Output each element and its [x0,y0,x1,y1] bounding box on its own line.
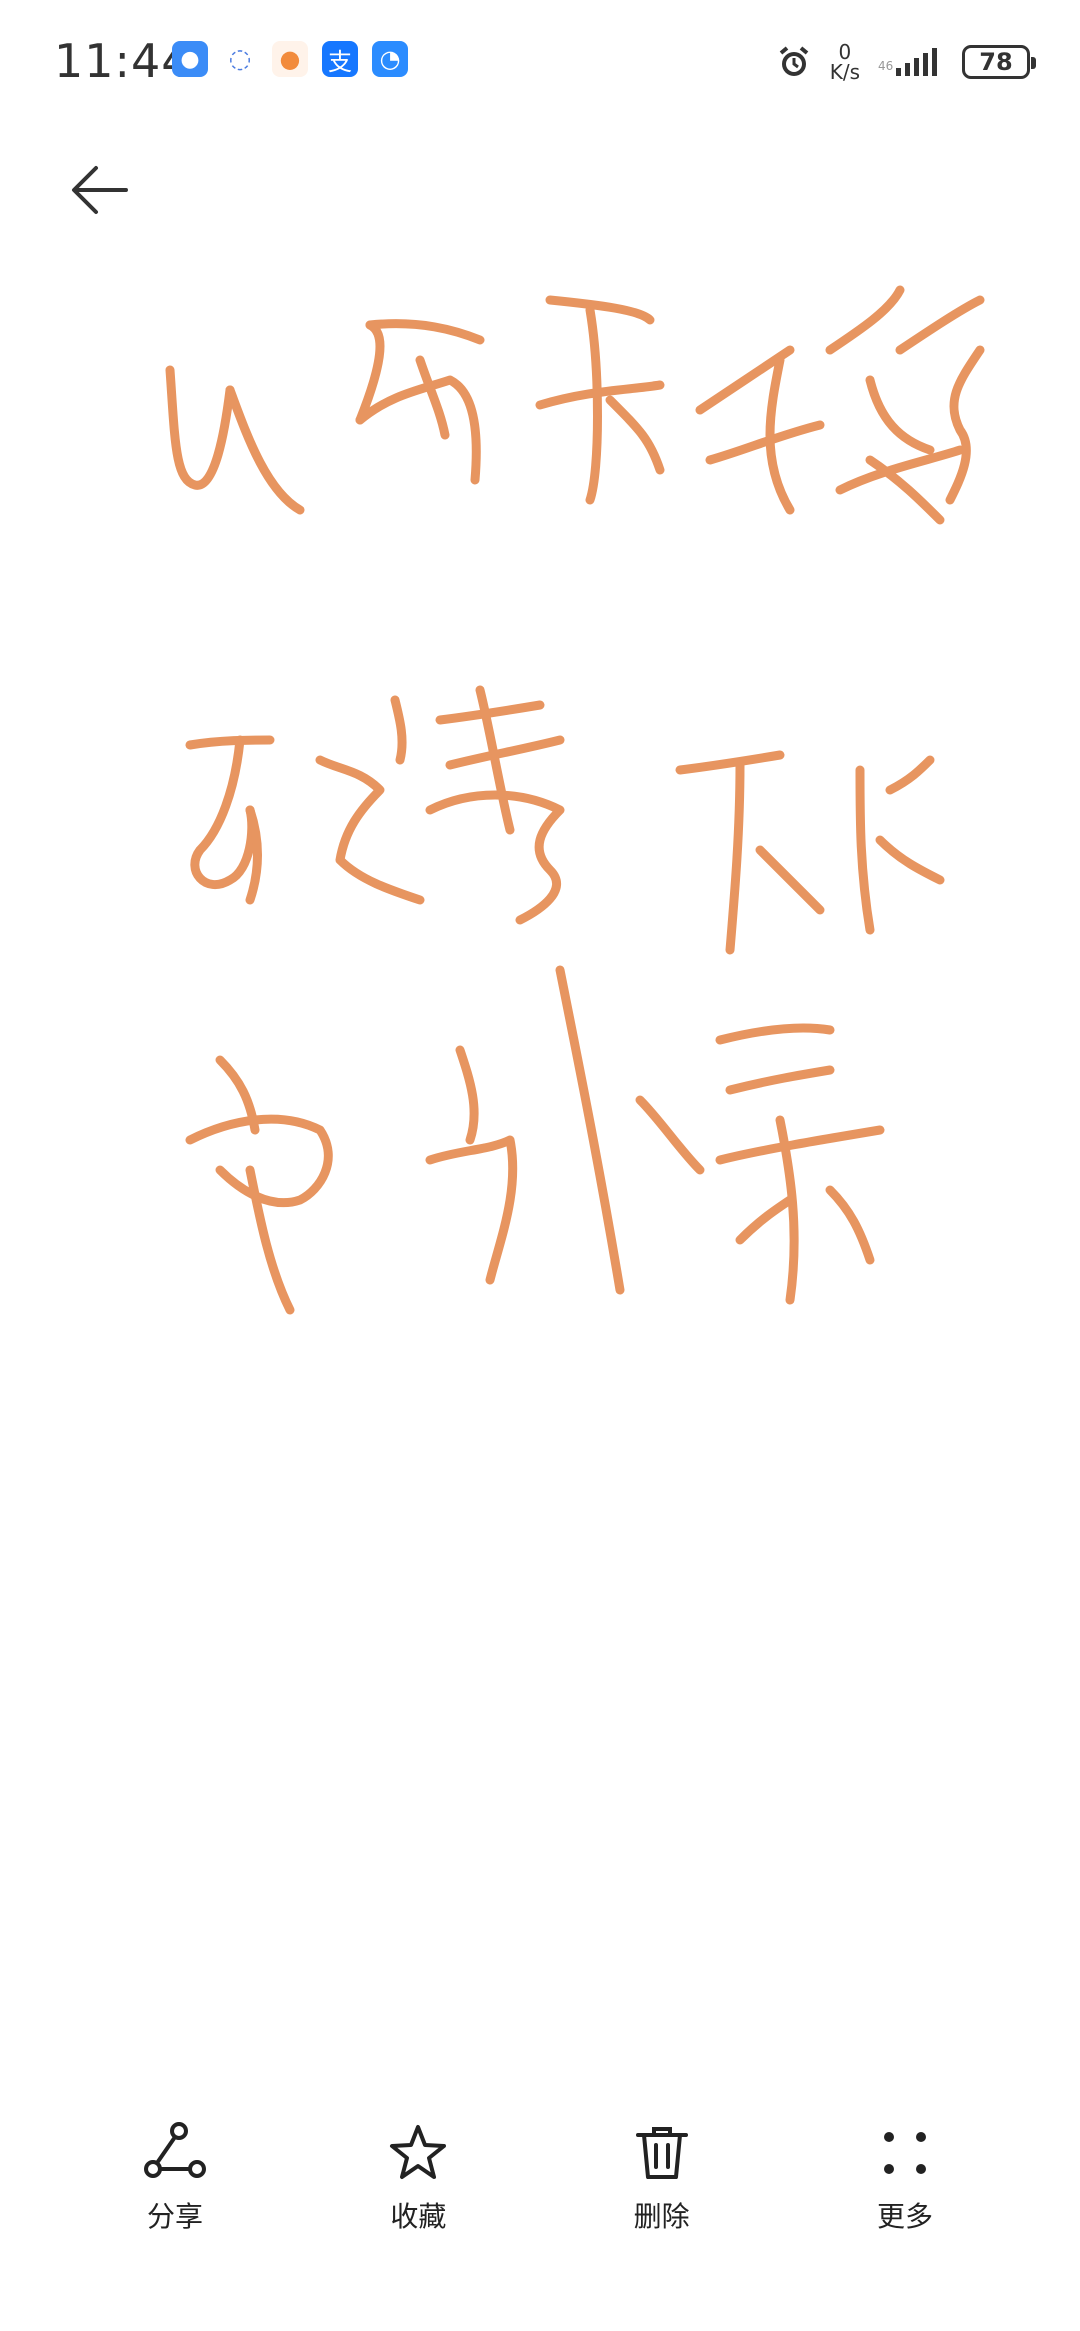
handwriting-stroke [735,1195,795,1245]
orange-app-icon: ● [272,41,308,77]
browser-icon: ◔ [372,41,408,77]
handwriting-stroke [355,375,481,485]
alarm-icon [779,46,808,76]
share-icon [144,2122,206,2178]
share-label: 分享 [146,2200,203,2233]
trash-icon [635,2127,688,2179]
handwriting-stroke [185,735,275,750]
handwriting-stroke [725,760,745,955]
bottom-toolbar: 分享 收藏 删除 更多 [0,2121,1080,2331]
handwriting-stroke [825,285,905,355]
handwriting-stroke [165,365,235,490]
handwriting-stroke [425,1135,518,1285]
notification-icons: ● ◌ ● 支 ◔ [172,41,408,77]
alipay-icon: 支 [322,41,358,77]
network-speed: 0 K/s [830,42,860,82]
handwriting-stroke [675,750,785,775]
status-right: 0 K/s 46 78 [776,34,1036,90]
handwriting-stroke [725,1065,835,1095]
back-button[interactable] [60,150,140,230]
handwriting-stroke [425,790,565,925]
handwriting-stroke [555,965,625,1295]
signal-icon: 46 [878,48,937,76]
handwriting-stroke [945,345,985,505]
handwriting-stroke [635,1095,705,1175]
handwriting-stroke [415,355,450,440]
chat-bubble-icon: ◌ [228,44,252,74]
handwriting-stroke [705,420,825,465]
handwriting-stroke [605,395,665,475]
more-button[interactable]: 更多 [800,2121,1010,2281]
handwriting-stroke [715,1023,835,1045]
handwriting-stroke [315,755,425,905]
more-label: 更多 [876,2200,933,2233]
more-dots-icon [883,2132,926,2174]
status-bar: 11:44 ● ◌ ● 支 ◔ 0 K/s 46 78 [0,0,1080,120]
favorite-label: 收藏 [390,2200,447,2233]
delete-label: 删除 [633,2200,690,2233]
handwriting-canvas[interactable] [0,270,1080,1400]
network-speed-unit: K/s [829,60,860,84]
handwriting-stroke [875,835,945,885]
handwriting-stroke [390,695,407,765]
star-icon [390,2125,447,2179]
network-speed-value: 0 [838,40,852,64]
handwriting-stroke [825,1185,875,1265]
handwriting-stroke [245,1165,295,1315]
handwriting-stroke [885,755,935,795]
battery-level: 78 [979,48,1013,76]
battery-indicator: 78 [962,45,1036,79]
handwriting-stroke [445,735,565,770]
handwriting-stroke [855,765,875,935]
handwriting-stroke [190,735,257,890]
handwriting-stroke [865,375,935,455]
message-app-icon: ● [172,41,208,77]
back-arrow-icon [72,166,128,214]
handwriting-stroke [455,1045,479,1145]
svg-text:46: 46 [878,59,893,73]
handwriting-stroke [895,295,985,355]
handwriting-stroke [585,305,602,505]
handwriting-stroke [715,1125,885,1165]
handwriting-stroke [755,845,825,915]
share-button[interactable]: 分享 [70,2121,280,2281]
handwriting-stroke [365,319,485,345]
favorite-button[interactable]: 收藏 [313,2121,523,2281]
handwriting-stroke [225,385,305,515]
delete-button[interactable]: 删除 [557,2121,767,2281]
status-time: 11:44 [54,34,192,88]
handwriting-stroke [545,295,655,325]
